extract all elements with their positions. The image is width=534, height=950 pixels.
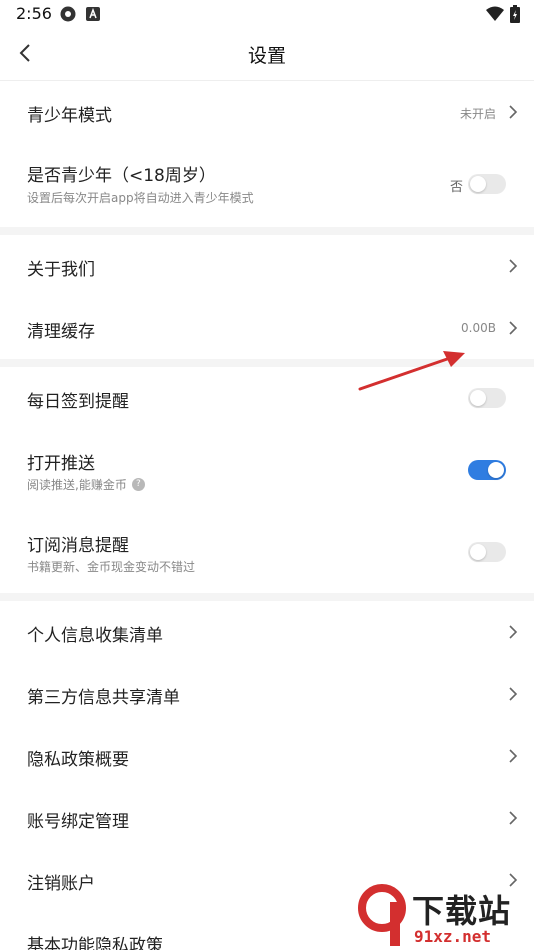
- list-item[interactable]: 第三方信息共享清单: [0, 663, 534, 725]
- wifi-icon: [486, 6, 504, 21]
- chevron-right-icon: [509, 321, 518, 335]
- list-item-label: 基本功能隐私政策: [27, 936, 163, 950]
- push-label: 打开推送: [27, 454, 95, 474]
- subscribe-toggle[interactable]: [468, 542, 506, 562]
- subscribe-label: 订阅消息提醒: [27, 536, 129, 556]
- list-item-label: 第三方信息共享清单: [27, 688, 180, 708]
- chevron-right-icon: [509, 105, 518, 119]
- clear-cache-value: 0.00B: [461, 321, 496, 335]
- subscribe-sub: 书籍更新、金币现金变动不错过: [27, 560, 196, 574]
- watermark-top-text: 下载站: [412, 892, 512, 930]
- daily-signin-toggle[interactable]: [468, 388, 506, 408]
- chevron-right-icon: [509, 259, 518, 273]
- page-title: 设置: [247, 45, 286, 67]
- daily-signin-label: 每日签到提醒: [27, 392, 129, 412]
- chevron-right-icon: [509, 749, 518, 763]
- list-item-label: 注销账户: [27, 874, 95, 894]
- subscribe-row: 订阅消息提醒 书籍更新、金币现金变动不错过: [0, 511, 534, 593]
- push-sub: 阅读推送,能赚金币 ?: [27, 476, 145, 493]
- chevron-right-icon: [509, 625, 518, 639]
- is-minor-sub: 设置后每次开启app将自动进入青少年模式: [27, 191, 254, 205]
- youth-mode-label: 青少年模式: [27, 106, 112, 126]
- list-item[interactable]: 隐私政策概要: [0, 725, 534, 787]
- status-bar: 2:56: [0, 0, 534, 28]
- list-item-label: 个人信息收集清单: [27, 626, 163, 646]
- push-sub-text: 阅读推送,能赚金币: [27, 478, 127, 492]
- toggle-knob: [470, 390, 486, 406]
- a-app-icon: [86, 7, 100, 21]
- section-divider: [0, 593, 534, 601]
- is-minor-toggle-label: 否: [449, 180, 463, 195]
- is-minor-label: 是否青少年（<18周岁）: [27, 166, 216, 186]
- youth-mode-row[interactable]: 青少年模式 未开启: [0, 81, 534, 143]
- help-icon[interactable]: ?: [131, 478, 145, 491]
- status-time: 2:56: [16, 4, 52, 23]
- toggle-knob: [470, 544, 486, 560]
- toggle-knob: [470, 176, 486, 192]
- list-item[interactable]: 个人信息收集清单: [0, 601, 534, 663]
- toggle-knob: [488, 462, 504, 478]
- about-row[interactable]: 关于我们: [0, 235, 534, 297]
- push-toggle[interactable]: [468, 460, 506, 480]
- push-row: 打开推送 阅读推送,能赚金币 ?: [0, 429, 534, 511]
- settings-app-icon: [60, 6, 76, 22]
- list-item-label: 隐私政策概要: [27, 750, 129, 770]
- daily-signin-row: 每日签到提醒: [0, 367, 534, 429]
- chevron-right-icon: [509, 687, 518, 701]
- clear-cache-label: 清理缓存: [27, 322, 95, 342]
- about-label: 关于我们: [27, 260, 95, 280]
- list-item-label: 账号绑定管理: [27, 812, 129, 832]
- is-minor-row: 是否青少年（<18周岁） 设置后每次开启app将自动进入青少年模式 否: [0, 143, 534, 225]
- list-item[interactable]: 账号绑定管理: [0, 787, 534, 849]
- chevron-right-icon: [509, 811, 518, 825]
- watermark-icon: [358, 884, 406, 946]
- is-minor-toggle[interactable]: [468, 174, 506, 194]
- battery-icon: [510, 5, 520, 23]
- watermark-logo: 下载站 91xz.net: [354, 880, 534, 950]
- nav-bar: 设置: [0, 28, 534, 81]
- section-divider: [0, 227, 534, 235]
- youth-mode-value: 未开启: [459, 107, 496, 121]
- watermark-bottom-text: 91xz.net: [414, 927, 492, 946]
